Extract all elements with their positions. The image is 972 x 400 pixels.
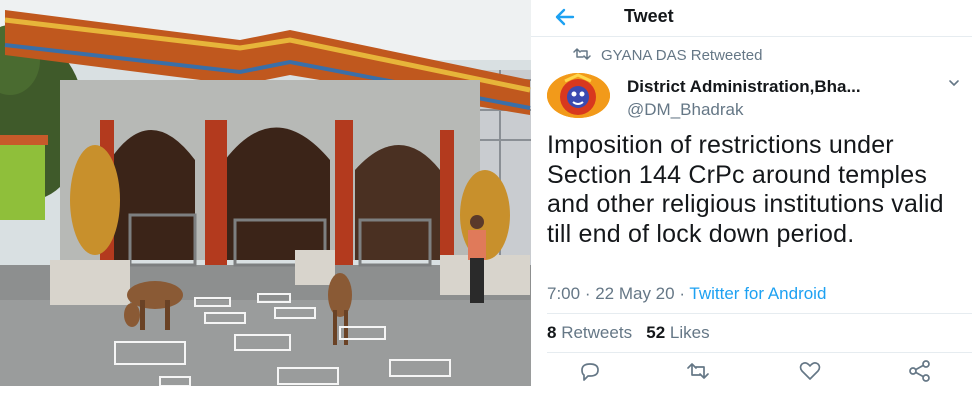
likes-stat[interactable]: 52 Likes <box>646 323 709 342</box>
tweet-actions <box>531 358 972 388</box>
retweets-stat[interactable]: 8 Retweets <box>547 323 632 342</box>
tweet-meta: 7:00 · 22 May 20 · Twitter for Android <box>547 284 826 304</box>
retweet-context[interactable]: GYANA DAS Retweeted <box>601 47 762 64</box>
tweet-time: 7:00 <box>547 284 581 303</box>
retweet-icon <box>573 46 591 67</box>
avatar[interactable] <box>547 73 610 118</box>
deity-avatar-image <box>547 73 610 118</box>
likes-count: 52 <box>646 323 666 342</box>
like-icon[interactable] <box>797 358 825 386</box>
arrow-left-icon[interactable] <box>553 3 575 38</box>
meta-separator: · <box>580 284 596 303</box>
page-title: Tweet <box>624 6 674 26</box>
top-bar: Tweet <box>531 0 972 37</box>
author-name[interactable]: District Administration,Bha... <box>627 77 861 97</box>
retweet-icon[interactable] <box>685 358 713 386</box>
retweets-label: Retweets <box>561 323 633 342</box>
retweets-count: 8 <box>547 323 557 342</box>
chevron-down-icon[interactable] <box>947 76 961 93</box>
likes-label: Likes <box>669 323 710 342</box>
tweet-source-link[interactable]: Twitter for Android <box>689 284 826 303</box>
tweet-panel: Tweet GYANA DAS Retweeted District Admin… <box>531 0 972 400</box>
divider <box>547 352 972 353</box>
divider <box>547 313 972 314</box>
attached-photo[interactable] <box>0 0 531 386</box>
author-handle[interactable]: @DM_Bhadrak <box>627 100 743 120</box>
tweet-text: Imposition of restrictions under Section… <box>547 131 944 248</box>
reply-icon[interactable] <box>577 358 605 386</box>
tweet-date: 22 May 20 <box>595 284 675 303</box>
temple-photo <box>0 0 531 386</box>
share-icon[interactable] <box>907 358 935 386</box>
meta-separator: · <box>674 284 690 303</box>
tweet-stats: 8 Retweets 52 Likes <box>547 323 710 343</box>
